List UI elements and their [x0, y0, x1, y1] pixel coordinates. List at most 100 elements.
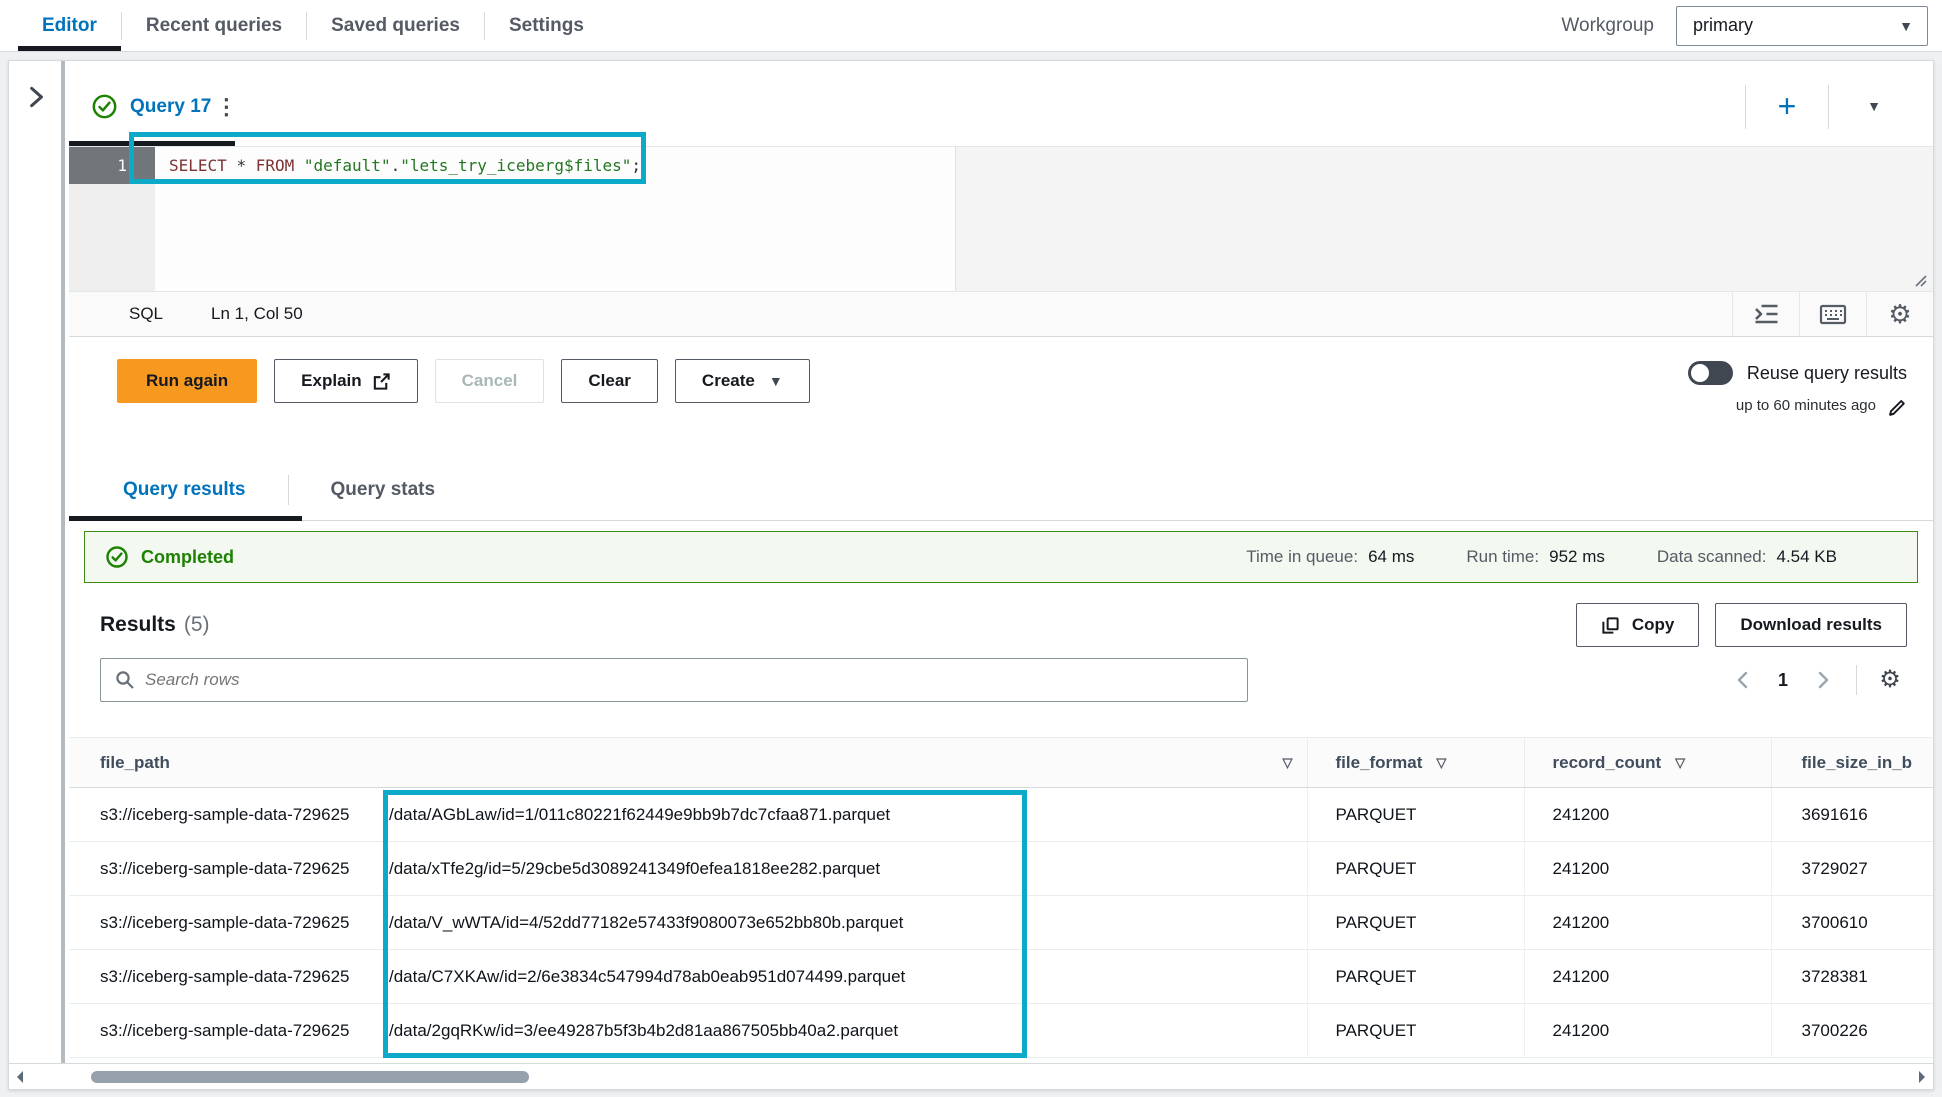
- results-table: file_path ▽ file_format▽ record_count ▽ fi…: [69, 737, 1933, 1058]
- editor-settings-button[interactable]: ⚙: [1866, 292, 1933, 336]
- cursor-position: Ln 1, Col 50: [163, 304, 303, 324]
- table-row: s3://iceberg-sample-data-729625/data/xTf…: [69, 842, 1933, 896]
- panel-content: Query 17 ⋮ + ▼ 1 SELECT: [69, 61, 1933, 1089]
- cell-file-path: s3://iceberg-sample-data-729625/data/2gq…: [69, 1004, 1307, 1058]
- tab-list-dropdown-button[interactable]: ▼: [1829, 98, 1919, 116]
- create-label: Create: [702, 371, 755, 391]
- column-label: file_path: [100, 753, 170, 773]
- stat-value: 4.54 KB: [1777, 547, 1838, 567]
- explain-button[interactable]: Explain: [274, 359, 417, 403]
- previous-page-button[interactable]: [1726, 663, 1760, 697]
- cell-file-path: s3://iceberg-sample-data-729625/data/V_w…: [69, 896, 1307, 950]
- cell-file-format: PARQUET: [1307, 842, 1524, 896]
- query-stats: Time in queue: 64 ms Run time: 952 ms Da…: [1246, 547, 1837, 567]
- scroll-left-arrow[interactable]: [17, 1071, 23, 1083]
- column-label: record_count: [1553, 753, 1662, 773]
- scrollbar-thumb[interactable]: [91, 1071, 529, 1083]
- cell-file-size: 3728381: [1771, 950, 1933, 1004]
- cell-file-size: 3691616: [1771, 788, 1933, 842]
- cell-file-size: 3729027: [1771, 842, 1933, 896]
- query-tab-bar: Query 17 ⋮ + ▼: [69, 61, 1933, 146]
- copy-icon: [1601, 616, 1620, 635]
- top-navigation: Editor Recent queries Saved queries Sett…: [0, 0, 1942, 52]
- athena-query-editor-page: Editor Recent queries Saved queries Sett…: [0, 0, 1942, 1097]
- expand-sidebar-button[interactable]: [23, 83, 49, 111]
- cell-file-path: s3://iceberg-sample-data-729625/data/xTf…: [69, 842, 1307, 896]
- copy-label: Copy: [1632, 615, 1675, 635]
- scroll-right-arrow[interactable]: [1919, 1071, 1925, 1083]
- nav-tab-settings[interactable]: Settings: [485, 0, 608, 51]
- clear-button[interactable]: Clear: [561, 359, 658, 403]
- file-path-prefix: s3://iceberg-sample-data-729625: [100, 805, 389, 825]
- create-button[interactable]: Create ▼: [675, 359, 810, 403]
- current-page[interactable]: 1: [1768, 670, 1798, 691]
- file-path-prefix: s3://iceberg-sample-data-729625: [100, 967, 389, 987]
- column-header-record-count[interactable]: record_count ▽: [1524, 738, 1771, 788]
- cell-record-count: 241200: [1524, 896, 1771, 950]
- filter-icon[interactable]: ▽: [1675, 755, 1685, 771]
- tab-query-stats[interactable]: Query stats: [289, 479, 478, 501]
- editor-resize-handle[interactable]: [1911, 271, 1927, 287]
- download-results-button[interactable]: Download results: [1715, 603, 1907, 647]
- nav-tab-recent-queries[interactable]: Recent queries: [122, 0, 306, 51]
- stat-label: Time in queue:: [1246, 547, 1358, 567]
- new-query-tab-button[interactable]: +: [1746, 88, 1828, 125]
- query-tab-menu-icon[interactable]: ⋮: [211, 94, 241, 120]
- reuse-query-results-toggle[interactable]: [1688, 361, 1733, 385]
- sql-operator: .: [391, 156, 401, 175]
- cell-file-format: PARQUET: [1307, 896, 1524, 950]
- sql-keyword: SELECT: [169, 156, 236, 175]
- stat-value: 952 ms: [1549, 547, 1605, 567]
- column-header-file-format[interactable]: file_format▽: [1307, 738, 1524, 788]
- results-title: Results: [100, 613, 176, 637]
- line-number-gutter: 1: [69, 147, 155, 291]
- filter-icon[interactable]: ▽: [1436, 755, 1446, 771]
- filter-icon[interactable]: ▽: [1283, 755, 1293, 771]
- query-tab[interactable]: Query 17: [91, 93, 211, 120]
- query-stat: Time in queue: 64 ms: [1246, 547, 1414, 567]
- cell-file-path: s3://iceberg-sample-data-729625/data/AGb…: [69, 788, 1307, 842]
- nav-tab-editor[interactable]: Editor: [18, 0, 121, 51]
- query-status-banner: Completed Time in queue: 64 ms Run time:…: [84, 531, 1918, 583]
- next-page-button[interactable]: [1806, 663, 1840, 697]
- external-link-icon: [372, 372, 391, 391]
- workgroup-value: primary: [1693, 15, 1753, 36]
- column-header-file-path[interactable]: file_path ▽: [69, 738, 1307, 788]
- file-path-prefix: s3://iceberg-sample-data-729625: [100, 859, 389, 879]
- cell-file-format: PARQUET: [1307, 1004, 1524, 1058]
- line-number: 1: [69, 147, 155, 184]
- chevron-down-icon: ▼: [1867, 98, 1881, 114]
- copy-button[interactable]: Copy: [1576, 603, 1700, 647]
- file-path-prefix: s3://iceberg-sample-data-729625: [100, 913, 389, 933]
- results-toolbar: 1 ⚙: [69, 657, 1933, 703]
- cell-record-count: 241200: [1524, 950, 1771, 1004]
- editor-status-bar: SQL Ln 1, Col 50 ⚙: [69, 291, 1933, 337]
- nav-tab-saved-queries[interactable]: Saved queries: [307, 0, 484, 51]
- search-rows-input[interactable]: [145, 670, 1233, 690]
- results-count: (5): [184, 613, 210, 637]
- divider: [1856, 665, 1857, 695]
- sql-string: "default": [304, 156, 391, 175]
- chevron-down-icon: ▼: [769, 374, 783, 388]
- workgroup-label: Workgroup: [1561, 15, 1654, 37]
- file-path-suffix: /data/xTfe2g/id=5/29cbe5d3089241349f0efe…: [389, 859, 880, 879]
- cell-file-size: 3700226: [1771, 1004, 1933, 1058]
- workgroup-select[interactable]: primary ▼: [1676, 6, 1928, 46]
- format-query-button[interactable]: [1732, 292, 1799, 336]
- column-header-file-size[interactable]: file_size_in_b: [1771, 738, 1933, 788]
- table-row: s3://iceberg-sample-data-729625/data/C7X…: [69, 950, 1933, 1004]
- gear-icon: ⚙: [1879, 668, 1901, 692]
- file-path-suffix: /data/2gqRKw/id=3/ee49287b5f3b4b2d81aa86…: [389, 1021, 898, 1041]
- table-row: s3://iceberg-sample-data-729625/data/V_w…: [69, 896, 1933, 950]
- keyboard-shortcuts-button[interactable]: [1799, 292, 1866, 336]
- results-header: Results (5) Copy Download results: [69, 599, 1933, 651]
- code-area[interactable]: SELECT * FROM "default"."lets_try_iceber…: [155, 147, 1933, 291]
- run-again-button[interactable]: Run again: [117, 359, 257, 403]
- tab-query-results[interactable]: Query results: [69, 479, 288, 501]
- cancel-button[interactable]: Cancel: [435, 359, 545, 403]
- query-state-text: Completed: [141, 547, 234, 568]
- success-check-icon: [105, 545, 129, 569]
- sql-keyword: FROM: [256, 156, 304, 175]
- results-preferences-button[interactable]: ⚙: [1873, 663, 1907, 697]
- edit-pencil-icon[interactable]: [1886, 395, 1907, 416]
